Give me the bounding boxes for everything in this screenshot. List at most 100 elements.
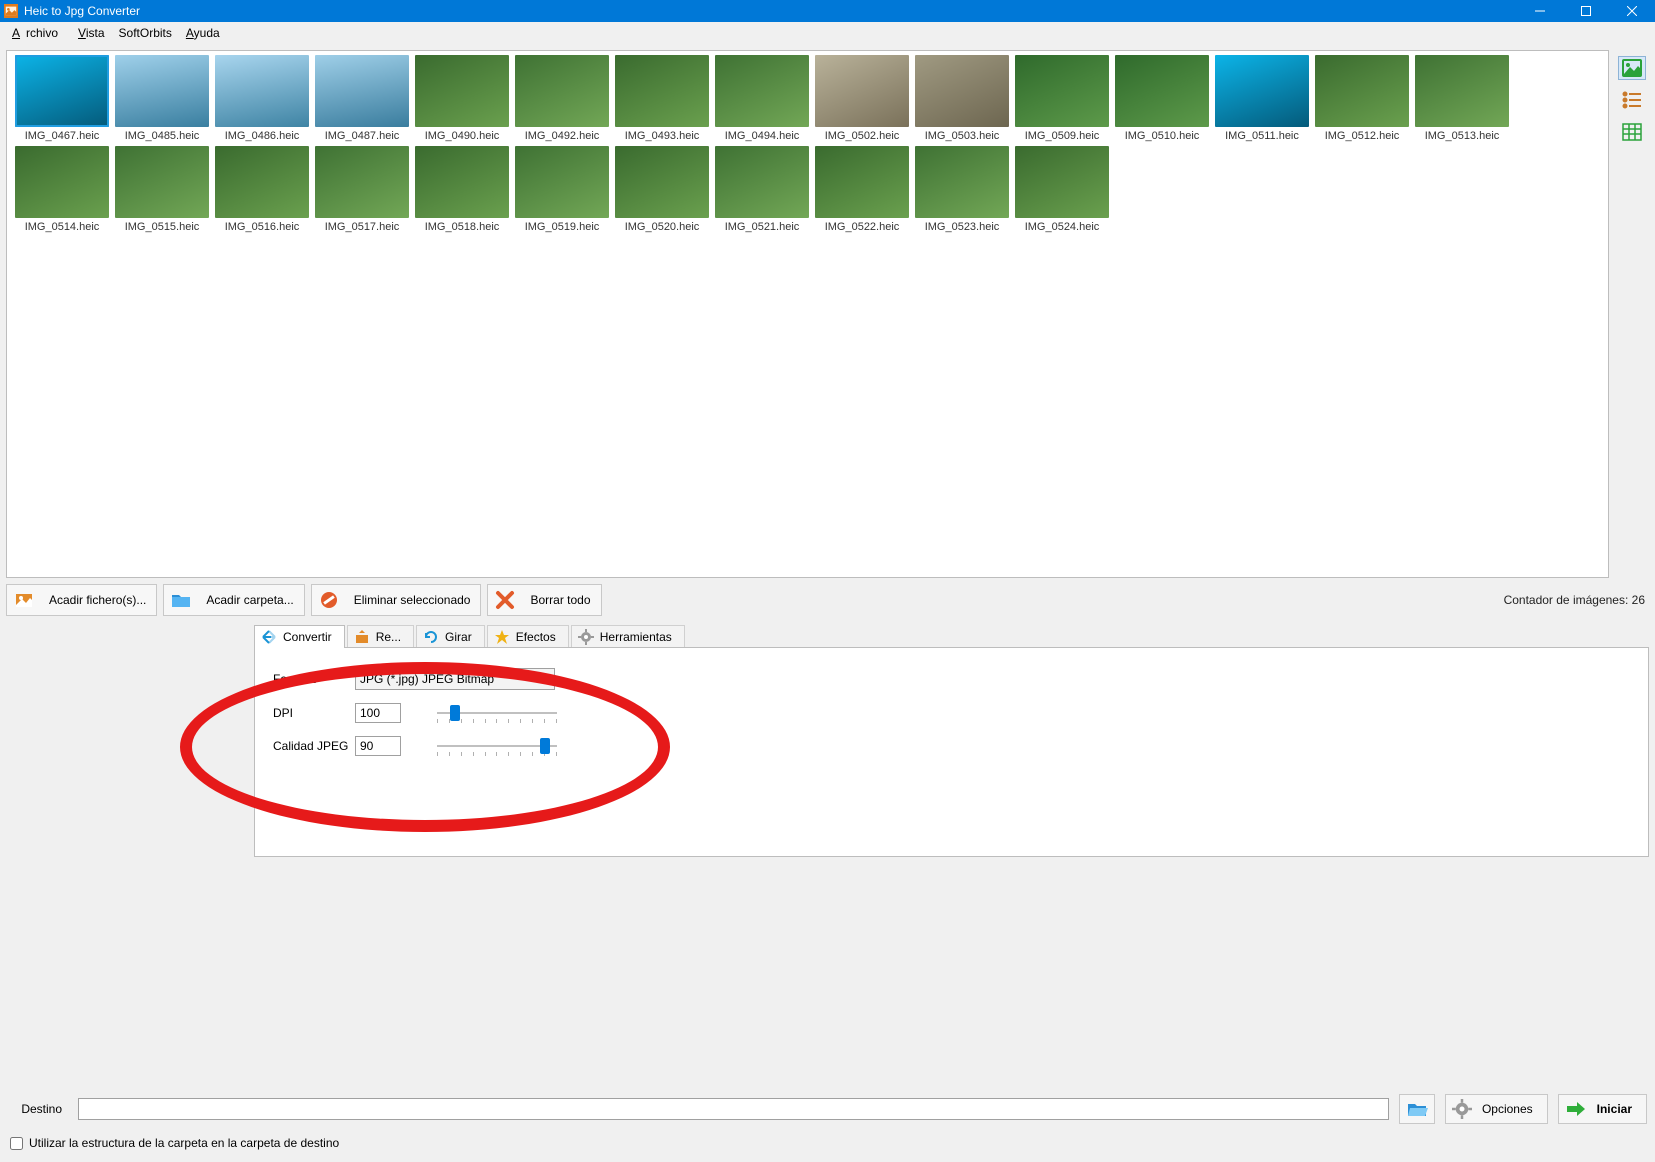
clear-all-label: Borrar todo [530,593,590,607]
thumbnail-caption: IMG_0485.heic [125,130,200,142]
thumbnail-item[interactable]: IMG_0493.heic [615,55,709,142]
quality-input[interactable] [355,736,401,756]
thumbnail-item[interactable]: IMG_0486.heic [215,55,309,142]
image-icon [1622,59,1642,77]
tab-page-convert: Formato JPG (*.jpg) JPEG Bitmap DPI Cali… [254,647,1649,857]
format-select[interactable]: JPG (*.jpg) JPEG Bitmap [355,668,555,690]
quality-label: Calidad JPEG [273,739,355,753]
thumbnail-item[interactable]: IMG_0521.heic [715,146,809,233]
thumbnail-item[interactable]: IMG_0494.heic [715,55,809,142]
view-mode-bar [1615,50,1649,578]
thumbnail-item[interactable]: IMG_0485.heic [115,55,209,142]
grid-icon [1622,123,1642,141]
menu-ayuda[interactable]: Ayuda [180,24,226,42]
maximize-button[interactable] [1563,0,1609,22]
format-label: Formato [273,672,355,686]
thumbnail-caption: IMG_0512.heic [1325,130,1400,142]
add-files-button[interactable]: Acadir fichero(s)... [6,584,157,616]
resize-icon [354,629,370,645]
thumbnail-image [15,146,109,218]
thumbnail-image [815,146,909,218]
thumbnail-item[interactable]: IMG_0512.heic [1315,55,1409,142]
list-icon [1622,91,1642,109]
browse-folder-button[interactable] [1399,1094,1435,1124]
dest-input[interactable] [78,1098,1389,1120]
thumbnail-image [615,55,709,127]
thumbnail-item[interactable]: IMG_0510.heic [1115,55,1209,142]
thumbnail-image [1315,55,1409,127]
thumbnail-item[interactable]: IMG_0503.heic [915,55,1009,142]
thumbnail-item[interactable]: IMG_0514.heic [15,146,109,233]
forbidden-icon [318,589,340,611]
thumbnail-item[interactable]: IMG_0522.heic [815,146,909,233]
tab-resize-label: Re... [376,630,401,644]
menu-archivo[interactable]: Archivo [6,24,70,42]
close-button[interactable] [1609,0,1655,22]
thumbnail-image [815,55,909,127]
thumbnail-item[interactable]: IMG_0520.heic [615,146,709,233]
thumbnail-caption: IMG_0510.heic [1125,130,1200,142]
folder-structure-checkbox[interactable] [10,1137,23,1150]
thumbnail-caption: IMG_0514.heic [25,221,100,233]
thumbnail-item[interactable]: IMG_0518.heic [415,146,509,233]
thumbnail-image [1215,55,1309,127]
quality-slider[interactable] [437,736,557,756]
thumbnail-item[interactable]: IMG_0524.heic [1015,146,1109,233]
effects-icon [494,629,510,645]
dest-label: Destino [8,1102,68,1116]
delete-selected-button[interactable]: Eliminar seleccionado [311,584,482,616]
thumbnail-caption: IMG_0492.heic [525,130,600,142]
options-button[interactable]: Opciones [1445,1094,1548,1124]
view-list-button[interactable] [1618,88,1646,112]
thumbnail-panel[interactable]: IMG_0467.heicIMG_0485.heicIMG_0486.heicI… [6,50,1609,578]
tab-tools-label: Herramientas [600,630,672,644]
thumbnail-item[interactable]: IMG_0516.heic [215,146,309,233]
titlebar: Heic to Jpg Converter [0,0,1655,22]
start-label: Iniciar [1597,1102,1632,1116]
add-files-icon [13,589,35,611]
tab-resize[interactable]: Re... [347,625,414,648]
menubar: Archivo Vista SoftOrbits Ayuda [0,22,1655,44]
thumbnail-item[interactable]: IMG_0492.heic [515,55,609,142]
rotate-icon [423,629,439,645]
start-button[interactable]: Iniciar [1558,1094,1647,1124]
thumbnail-item[interactable]: IMG_0509.heic [1015,55,1109,142]
minimize-button[interactable] [1517,0,1563,22]
dpi-slider[interactable] [437,703,557,723]
thumbnail-image [15,55,109,127]
thumbnail-image [915,146,1009,218]
clear-all-button[interactable]: Borrar todo [487,584,601,616]
thumbnail-item[interactable]: IMG_0515.heic [115,146,209,233]
tab-tools[interactable]: Herramientas [571,625,685,648]
thumbnail-item[interactable]: IMG_0467.heic [15,55,109,142]
x-icon [494,589,516,611]
thumbnail-image [415,146,509,218]
thumbnail-item[interactable]: IMG_0490.heic [415,55,509,142]
thumbnail-item[interactable]: IMG_0519.heic [515,146,609,233]
view-thumbnails-button[interactable] [1618,56,1646,80]
tab-convert[interactable]: Convertir [254,625,345,648]
thumbnail-item[interactable]: IMG_0502.heic [815,55,909,142]
thumbnail-caption: IMG_0520.heic [625,221,700,233]
thumbnail-item[interactable]: IMG_0513.heic [1415,55,1509,142]
app-icon [4,4,18,18]
tab-effects[interactable]: Efectos [487,625,569,648]
thumbnail-item[interactable]: IMG_0523.heic [915,146,1009,233]
tab-area: Convertir Re... Girar Efectos Herramient… [6,622,1649,857]
folder-open-icon [1406,1098,1428,1120]
view-details-button[interactable] [1618,120,1646,144]
thumbnail-caption: IMG_0511.heic [1225,130,1299,142]
thumbnail-item[interactable]: IMG_0517.heic [315,146,409,233]
thumbnail-caption: IMG_0521.heic [725,221,800,233]
menu-softorbits[interactable]: SoftOrbits [113,24,178,42]
action-toolbar: Acadir fichero(s)... Acadir carpeta... E… [6,584,1649,616]
dpi-input[interactable] [355,703,401,723]
thumbnail-caption: IMG_0523.heic [925,221,1000,233]
tab-rotate[interactable]: Girar [416,625,485,648]
dpi-label: DPI [273,706,355,720]
thumbnail-item[interactable]: IMG_0487.heic [315,55,409,142]
thumbnail-image [315,146,409,218]
menu-vista[interactable]: Vista [72,24,110,42]
thumbnail-item[interactable]: IMG_0511.heic [1215,55,1309,142]
add-folder-button[interactable]: Acadir carpeta... [163,584,304,616]
